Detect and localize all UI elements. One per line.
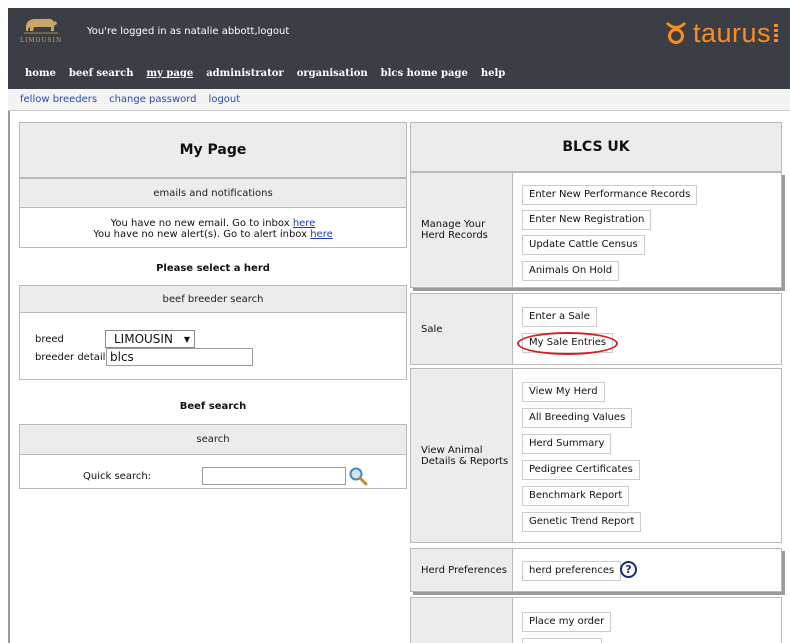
benchmark-report-button[interactable]: Benchmark Report — [522, 486, 630, 506]
nav-beef-search[interactable]: beef search — [69, 68, 134, 79]
alert-status-text: You have no new alert(s). Go to alert in… — [93, 229, 311, 240]
inbox-link[interactable]: here — [293, 218, 316, 229]
taurus-brand[interactable]: taurus — [665, 16, 778, 50]
email-status-text: You have no new email. Go to inbox — [110, 218, 293, 229]
quick-search-input[interactable] — [202, 467, 346, 485]
quick-search-label: Quick search: — [83, 470, 152, 482]
update-cattle-census-button[interactable]: Update Cattle Census — [522, 235, 645, 255]
bull-icon — [24, 18, 58, 34]
subnav-logout[interactable]: logout — [209, 94, 241, 105]
main-nav: home beef search my page administrator o… — [12, 61, 505, 85]
herd-summary-button[interactable]: Herd Summary — [522, 434, 612, 454]
animal-details-label: View Animal Details & Reports — [411, 369, 513, 542]
subnav-change-password[interactable]: change password — [109, 94, 196, 105]
brand-name: taurus — [692, 17, 771, 48]
search-icon[interactable] — [348, 466, 368, 486]
login-status[interactable]: You're logged in as natalie abbott,logou… — [87, 26, 289, 37]
breeder-detail-input[interactable]: blcs — [106, 348, 253, 366]
breeder-detail-row: breeder detail blcs — [35, 348, 253, 366]
sale-section: Sale Enter a Sale My Sale Entries — [410, 293, 782, 365]
orders-label — [411, 598, 513, 643]
nav-my-page[interactable]: my page — [147, 68, 194, 79]
brand-tag-icon — [774, 23, 778, 43]
emails-body: You have no new email. Go to inbox here … — [20, 208, 406, 240]
beef-search-heading: Beef search — [179, 401, 247, 412]
herd-preferences-button[interactable]: herd preferences — [522, 561, 622, 581]
breeder-search-heading: beef breeder search — [20, 286, 406, 313]
emails-heading: emails and notifications — [20, 179, 406, 208]
alert-inbox-link[interactable]: here — [310, 229, 333, 240]
nav-blcs-home-page[interactable]: blcs home page — [381, 68, 468, 79]
emails-panel: emails and notifications You have no new… — [19, 178, 407, 248]
my-page-title: My Page — [19, 122, 407, 178]
nav-home[interactable]: home — [25, 68, 56, 79]
breeder-detail-label: breeder detail — [35, 351, 106, 363]
sub-nav: fellow breeders change password logout — [8, 89, 790, 111]
limousin-logo[interactable]: LIMOUSIN — [20, 13, 62, 45]
sale-label: Sale — [411, 294, 513, 364]
subnav-fellow-breeders[interactable]: fellow breeders — [20, 94, 97, 105]
search-panel: search Quick search: — [19, 424, 407, 489]
view-my-herd-button[interactable]: View My Herd — [522, 382, 605, 402]
nav-organisation[interactable]: organisation — [297, 68, 368, 79]
herd-records-section: Manage Your Herd Records Enter New Perfor… — [410, 172, 782, 288]
breed-label: breed — [35, 333, 64, 345]
breed-select[interactable]: LIMOUSIN ▼ — [105, 330, 195, 348]
herd-preferences-section: Herd Preferences herd preferences ? — [410, 548, 782, 592]
enter-a-sale-button[interactable]: Enter a Sale — [522, 307, 597, 327]
my-sale-entries-button[interactable]: My Sale Entries — [522, 333, 614, 353]
help-icon[interactable]: ? — [620, 561, 637, 578]
all-breeding-values-button[interactable]: All Breeding Values — [522, 408, 633, 428]
animals-on-hold-button[interactable]: Animals On Hold — [522, 261, 620, 281]
blcs-uk-title: BLCS UK — [410, 122, 782, 172]
nav-administrator[interactable]: administrator — [206, 68, 283, 79]
enter-new-registration-button[interactable]: Enter New Registration — [522, 210, 652, 230]
logo-text: LIMOUSIN — [20, 37, 63, 44]
herd-preferences-label: Herd Preferences — [411, 549, 513, 591]
enter-performance-records-button[interactable]: Enter New Performance Records — [522, 185, 698, 205]
dropdown-arrow-icon: ▼ — [183, 334, 190, 344]
breed-value: LIMOUSIN — [114, 332, 173, 346]
top-bar: LIMOUSIN You're logged in as natalie abb… — [8, 8, 790, 89]
taurus-symbol-icon — [665, 21, 687, 44]
orders-section: Place my order — [410, 597, 782, 643]
quick-search-row: Quick search: — [83, 466, 368, 486]
search-heading: search — [20, 425, 406, 455]
breed-row: breed LIMOUSIN ▼ — [35, 330, 195, 348]
left-border — [8, 111, 10, 643]
herd-records-label: Manage Your Herd Records — [411, 173, 513, 287]
nav-help[interactable]: help — [481, 68, 505, 79]
place-my-order-button[interactable]: Place my order — [522, 612, 612, 632]
genetic-trend-report-button[interactable]: Genetic Trend Report — [522, 512, 642, 532]
pedigree-certificates-button[interactable]: Pedigree Certificates — [522, 460, 640, 480]
select-herd-heading: Please select a herd — [156, 263, 270, 274]
animal-details-section: View Animal Details & Reports View My Her… — [410, 368, 782, 543]
order-button-partial[interactable] — [522, 638, 602, 643]
breeder-search-panel: beef breeder search breed LIMOUSIN ▼ bre… — [19, 285, 407, 380]
